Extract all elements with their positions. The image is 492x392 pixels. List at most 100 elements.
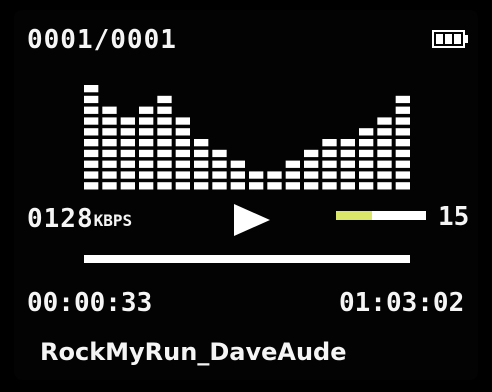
eq-bar bbox=[212, 149, 227, 190]
eq-segment bbox=[249, 182, 264, 190]
total-time: 01:03:02 bbox=[339, 288, 465, 318]
eq-segment bbox=[102, 106, 117, 114]
eq-segment bbox=[340, 171, 355, 179]
eq-bar bbox=[120, 117, 135, 190]
eq-segment bbox=[377, 149, 392, 158]
bitrate-value: 0128 bbox=[27, 204, 94, 234]
eq-segment bbox=[377, 128, 392, 136]
eq-segment bbox=[304, 149, 319, 158]
eq-segment bbox=[157, 149, 172, 158]
eq-segment bbox=[157, 106, 172, 114]
elapsed-time: 00:00:33 bbox=[27, 288, 153, 318]
volume-fill bbox=[336, 211, 372, 220]
song-title: RockMyRun_DaveAude bbox=[40, 338, 347, 366]
eq-segment bbox=[84, 117, 99, 125]
eq-segment bbox=[230, 171, 245, 179]
eq-segment bbox=[340, 149, 355, 158]
eq-segment bbox=[84, 182, 99, 190]
eq-segment bbox=[230, 160, 245, 168]
eq-segment bbox=[139, 117, 154, 125]
eq-segment bbox=[285, 160, 300, 168]
play-icon[interactable] bbox=[232, 202, 272, 238]
eq-segment bbox=[395, 128, 410, 136]
eq-segment bbox=[285, 182, 300, 190]
eq-segment bbox=[139, 139, 154, 147]
eq-bar bbox=[84, 85, 99, 190]
eq-bar bbox=[102, 106, 117, 190]
eq-segment bbox=[395, 106, 410, 114]
eq-segment bbox=[395, 117, 410, 125]
music-player-device: 0001/0001 0128KBPS 15 00:00:33 01:03:02 … bbox=[0, 0, 492, 392]
eq-segment bbox=[102, 182, 117, 190]
eq-segment bbox=[175, 160, 190, 168]
eq-segment bbox=[139, 160, 154, 168]
volume-bar[interactable] bbox=[336, 211, 426, 220]
eq-segment bbox=[359, 139, 374, 147]
eq-segment bbox=[175, 139, 190, 147]
eq-segment bbox=[139, 171, 154, 179]
eq-bar bbox=[304, 149, 319, 190]
eq-segment bbox=[139, 106, 154, 114]
eq-segment bbox=[212, 160, 227, 168]
eq-segment bbox=[84, 149, 99, 158]
eq-segment bbox=[322, 182, 337, 190]
equalizer-visualizer bbox=[84, 85, 410, 190]
eq-bar bbox=[157, 95, 172, 190]
eq-bar bbox=[249, 171, 264, 190]
eq-segment bbox=[304, 182, 319, 190]
eq-bar bbox=[359, 128, 374, 190]
eq-bar bbox=[285, 160, 300, 190]
battery-full-icon bbox=[432, 30, 468, 48]
eq-segment bbox=[120, 171, 135, 179]
eq-segment bbox=[212, 171, 227, 179]
eq-segment bbox=[322, 160, 337, 168]
eq-segment bbox=[102, 149, 117, 158]
eq-segment bbox=[395, 139, 410, 147]
eq-segment bbox=[175, 117, 190, 125]
eq-segment bbox=[285, 171, 300, 179]
eq-segment bbox=[120, 139, 135, 147]
eq-segment bbox=[157, 160, 172, 168]
eq-segment bbox=[194, 139, 209, 147]
eq-segment bbox=[139, 149, 154, 158]
eq-bar bbox=[377, 117, 392, 190]
eq-segment bbox=[212, 149, 227, 158]
eq-segment bbox=[194, 160, 209, 168]
eq-segment bbox=[359, 182, 374, 190]
progress-bar[interactable] bbox=[84, 255, 410, 263]
eq-segment bbox=[84, 106, 99, 114]
eq-bar bbox=[322, 139, 337, 190]
eq-segment bbox=[120, 128, 135, 136]
eq-segment bbox=[249, 171, 264, 179]
eq-segment bbox=[120, 149, 135, 158]
eq-segment bbox=[120, 117, 135, 125]
eq-segment bbox=[395, 182, 410, 190]
eq-bar bbox=[194, 139, 209, 190]
eq-segment bbox=[139, 182, 154, 190]
eq-segment bbox=[359, 149, 374, 158]
eq-segment bbox=[157, 139, 172, 147]
eq-segment bbox=[267, 171, 282, 179]
eq-segment bbox=[304, 160, 319, 168]
eq-segment bbox=[102, 139, 117, 147]
eq-bar bbox=[340, 139, 355, 190]
bitrate-unit: KBPS bbox=[93, 211, 133, 230]
eq-segment bbox=[377, 182, 392, 190]
player-screen bbox=[14, 10, 478, 380]
eq-segment bbox=[139, 128, 154, 136]
eq-segment bbox=[322, 171, 337, 179]
eq-segment bbox=[157, 117, 172, 125]
eq-segment bbox=[340, 139, 355, 147]
eq-segment bbox=[102, 117, 117, 125]
eq-segment bbox=[267, 182, 282, 190]
eq-segment bbox=[157, 171, 172, 179]
eq-bar bbox=[175, 117, 190, 190]
eq-segment bbox=[175, 149, 190, 158]
bitrate-display: 0128KBPS bbox=[27, 204, 132, 234]
eq-segment bbox=[175, 171, 190, 179]
eq-segment bbox=[377, 171, 392, 179]
eq-segment bbox=[102, 160, 117, 168]
eq-segment bbox=[340, 182, 355, 190]
eq-segment bbox=[377, 139, 392, 147]
eq-segment bbox=[395, 149, 410, 158]
